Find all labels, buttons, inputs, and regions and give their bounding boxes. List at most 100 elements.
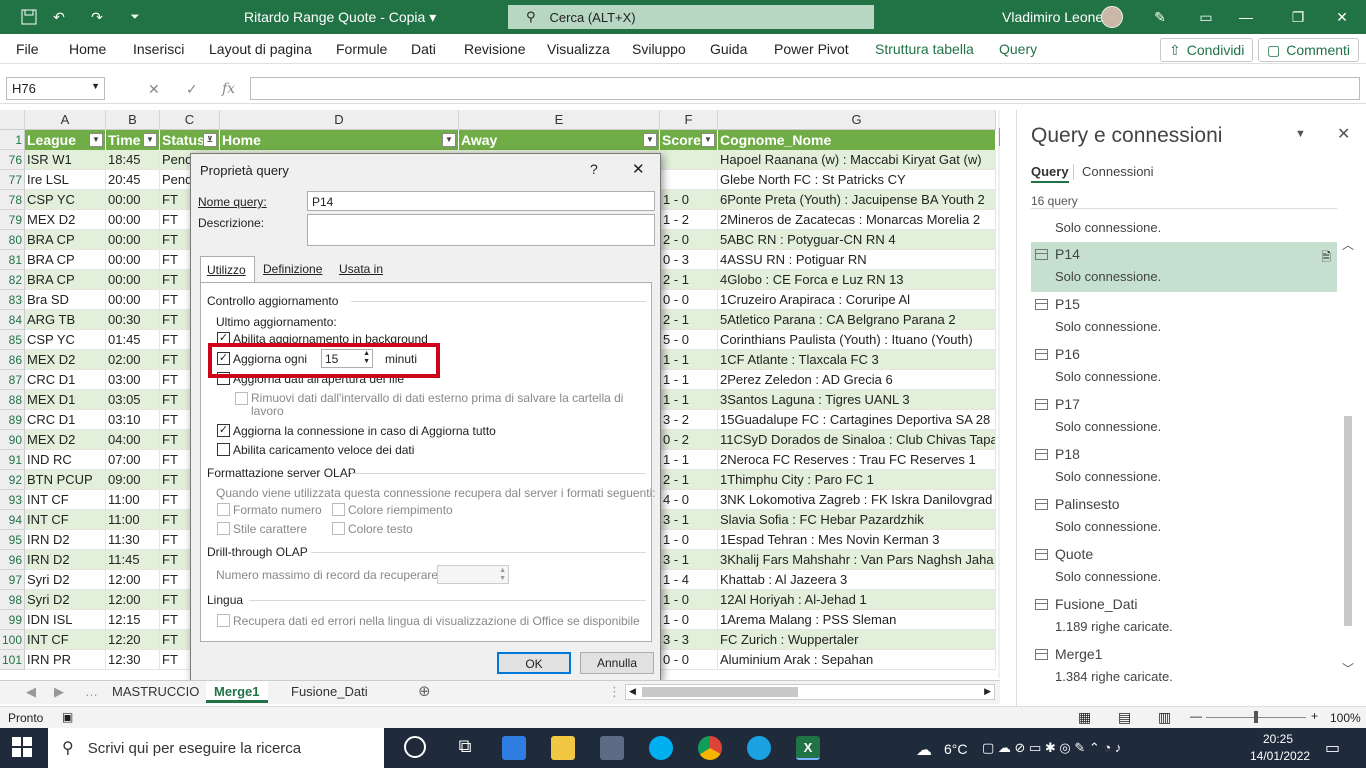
- table-cell-f[interactable]: [660, 170, 718, 190]
- task-view-icon[interactable]: ⧉: [453, 736, 477, 760]
- tab-used-in[interactable]: Usata in: [339, 262, 383, 276]
- row-header[interactable]: 88: [0, 390, 25, 410]
- row-header[interactable]: 101: [0, 650, 25, 670]
- weather-temp[interactable]: 6°C: [944, 741, 968, 757]
- table-cell-g[interactable]: 3Santos Laguna : Tigres UANL 3: [718, 390, 996, 410]
- table-cell-g[interactable]: 1Thimphu City : Paro FC 1: [718, 470, 996, 490]
- row-header[interactable]: 85: [0, 330, 25, 350]
- query-item[interactable]: Fusione_Dati 1.189 righe caricate.: [1031, 592, 1337, 642]
- row-header[interactable]: 81: [0, 250, 25, 270]
- table-cell-f[interactable]: 0 - 2: [660, 430, 718, 450]
- name-box[interactable]: H76 ▼: [6, 77, 105, 100]
- table-cell-g[interactable]: 4Globo : CE Forca e Luz RN 13: [718, 270, 996, 290]
- tray-icons[interactable]: ▢ ☁ ⊘ ▭ ✱ ◎ ✎ ⌃ ◔ ♪: [982, 740, 1121, 756]
- table-cell-f[interactable]: 1 - 0: [660, 610, 718, 630]
- table-cell-a[interactable]: IRN D2: [25, 530, 106, 550]
- clock-time[interactable]: 20:25: [1250, 732, 1306, 746]
- table-cell-g[interactable]: Aluminium Arak : Sepahan: [718, 650, 996, 670]
- tab-queries[interactable]: Query: [1031, 164, 1069, 183]
- table-cell-g[interactable]: 15Guadalupe FC : Cartagines Deportiva SA…: [718, 410, 996, 430]
- table-cell-a[interactable]: CSP YC: [25, 190, 106, 210]
- weather-icon[interactable]: ☁: [916, 740, 932, 760]
- table-cell-b[interactable]: 03:05: [106, 390, 160, 410]
- row-header[interactable]: 100: [0, 630, 25, 650]
- table-cell-f[interactable]: 1 - 4: [660, 570, 718, 590]
- add-sheet-icon[interactable]: ⊕: [410, 681, 439, 703]
- table-cell-f[interactable]: 2 - 1: [660, 470, 718, 490]
- redo-icon[interactable]: ↷: [86, 0, 108, 34]
- table-cell-f[interactable]: 1 - 2: [660, 210, 718, 230]
- table-cell-b[interactable]: 11:00: [106, 510, 160, 530]
- sheet-tab-merge1[interactable]: Merge1: [206, 681, 268, 703]
- page-layout-icon[interactable]: ▤: [1118, 709, 1131, 726]
- scroll-thumb[interactable]: [999, 128, 1000, 146]
- table-cell-g[interactable]: 6Ponte Preta (Youth) : Jacuipense BA You…: [718, 190, 996, 210]
- scroll-down-icon[interactable]: ﹀: [1342, 660, 1354, 677]
- table-cell-f[interactable]: 2 - 1: [660, 310, 718, 330]
- column-header-g[interactable]: G: [718, 110, 996, 130]
- header-cell-cognome-nome[interactable]: Cognome_Nome: [718, 130, 996, 150]
- table-cell-g[interactable]: Khattab : Al Jazeera 3: [718, 570, 996, 590]
- table-cell-b[interactable]: 00:00: [106, 230, 160, 250]
- table-cell-b[interactable]: 03:00: [106, 370, 160, 390]
- column-header-d[interactable]: D: [220, 110, 459, 130]
- table-cell-b[interactable]: 03:10: [106, 410, 160, 430]
- column-header-e[interactable]: E: [459, 110, 660, 130]
- fill-color-checkbox[interactable]: [332, 503, 345, 516]
- table-cell-a[interactable]: INT CF: [25, 510, 106, 530]
- close-window-icon[interactable]: ✕: [1332, 0, 1352, 34]
- table-cell-g[interactable]: 2Neroca FC Reserves : Trau FC Reserves 1: [718, 450, 996, 470]
- table-cell-f[interactable]: 1 - 0: [660, 530, 718, 550]
- row-header[interactable]: 97: [0, 570, 25, 590]
- table-cell-a[interactable]: Bra SD: [25, 290, 106, 310]
- table-cell-a[interactable]: INT CF: [25, 630, 106, 650]
- table-cell-a[interactable]: BTN PCUP: [25, 470, 106, 490]
- table-cell-g[interactable]: 1Espad Tehran : Mes Novin Kerman 3: [718, 530, 996, 550]
- peek-icon[interactable]: 🗎: [1321, 248, 1331, 269]
- table-cell-a[interactable]: ARG TB: [25, 310, 106, 330]
- table-cell-f[interactable]: 1 - 1: [660, 350, 718, 370]
- row-header[interactable]: 94: [0, 510, 25, 530]
- menu-table-design[interactable]: Struttura tabella: [875, 41, 974, 57]
- filter-dropdown-icon[interactable]: ▼: [643, 133, 657, 147]
- file-name[interactable]: Ritardo Range Quote - Copia ▾: [244, 0, 436, 34]
- table-cell-g[interactable]: Slavia Sofia : FC Hebar Pazardzhik: [718, 510, 996, 530]
- column-header-a[interactable]: A: [25, 110, 106, 130]
- table-cell-a[interactable]: CRC D1: [25, 410, 106, 430]
- table-cell-f[interactable]: 2 - 0: [660, 230, 718, 250]
- description-input[interactable]: [307, 214, 655, 246]
- menu-help[interactable]: Guida: [710, 41, 747, 57]
- row-header[interactable]: 82: [0, 270, 25, 290]
- column-header-b[interactable]: B: [106, 110, 160, 130]
- table-cell-b[interactable]: 00:00: [106, 270, 160, 290]
- menu-insert[interactable]: Inserisci: [133, 41, 184, 57]
- query-item[interactable]: Quote Solo connessione.: [1031, 542, 1337, 592]
- save-icon[interactable]: [18, 0, 40, 34]
- menu-formulas[interactable]: Formule: [336, 41, 387, 57]
- table-cell-a[interactable]: Ire LSL: [25, 170, 106, 190]
- spinner-icon[interactable]: ▲ ▼: [499, 567, 506, 583]
- row-header[interactable]: 99: [0, 610, 25, 630]
- table-cell-b[interactable]: 11:30: [106, 530, 160, 550]
- table-cell-a[interactable]: BRA CP: [25, 230, 106, 250]
- table-cell-a[interactable]: MEX D2: [25, 430, 106, 450]
- table-cell-g[interactable]: 3Khalij Fars Mahshahr : Van Pars Naghsh …: [718, 550, 996, 570]
- table-cell-b[interactable]: 18:45: [106, 150, 160, 170]
- menu-page-layout[interactable]: Layout di pagina: [209, 41, 312, 57]
- menu-query[interactable]: Query: [999, 41, 1037, 57]
- vertical-scrollbar[interactable]: ▲ ▼: [998, 110, 1000, 678]
- filter-dropdown-icon[interactable]: ▼: [89, 133, 103, 147]
- header-cell-status[interactable]: Status ⊻: [160, 130, 220, 150]
- row-header[interactable]: 98: [0, 590, 25, 610]
- mail-icon[interactable]: [502, 736, 526, 760]
- row-header[interactable]: 79: [0, 210, 25, 230]
- table-cell-b[interactable]: 07:00: [106, 450, 160, 470]
- excel-icon[interactable]: X: [796, 736, 820, 760]
- query-item[interactable]: Merge1 1.384 righe caricate.: [1031, 642, 1337, 692]
- table-cell-g[interactable]: 12Al Horiyah : Al-Jehad 1: [718, 590, 996, 610]
- store-icon[interactable]: [600, 736, 624, 760]
- table-cell-f[interactable]: 0 - 0: [660, 650, 718, 670]
- table-cell-f[interactable]: 1 - 1: [660, 390, 718, 410]
- column-header-c[interactable]: C: [160, 110, 220, 130]
- edge-icon[interactable]: [747, 736, 771, 760]
